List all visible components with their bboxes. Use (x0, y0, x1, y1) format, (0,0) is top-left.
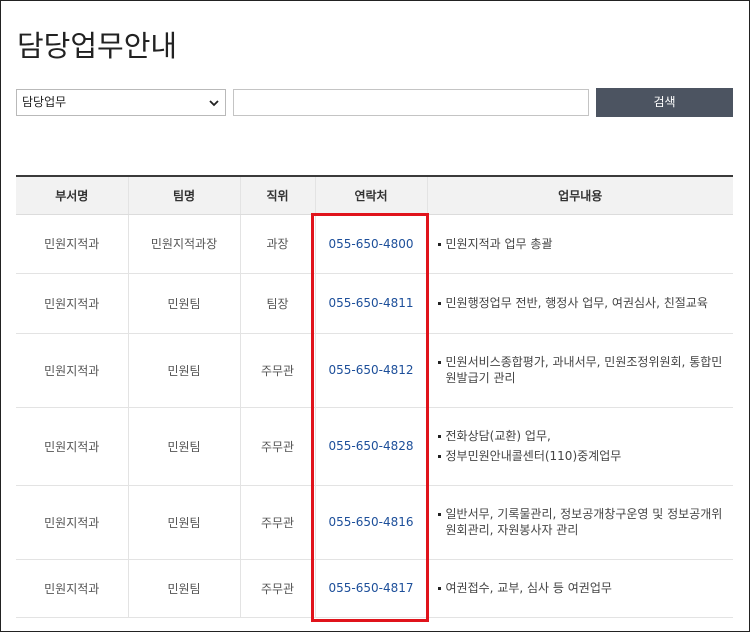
search-input[interactable] (233, 89, 589, 116)
cell-position: 주무관 (240, 333, 316, 408)
duty-item: 정부민원안내콜센터(110)중계업무 (437, 448, 724, 464)
cell-team: 민원팀 (128, 333, 241, 408)
search-button[interactable]: 검색 (596, 88, 733, 117)
header-tel: 연락처 (315, 175, 428, 215)
cell-duty: 민원행정업무 전반, 행정사 업무, 여권심사, 친절교육 (427, 273, 733, 334)
cell-tel[interactable]: 055-650-4800 (315, 214, 428, 274)
cell-position: 주무관 (240, 485, 316, 560)
cell-tel[interactable]: 055-650-4817 (315, 559, 428, 618)
cell-team: 민원팀 (128, 559, 241, 618)
cell-duty: 일반서무, 기록물관리, 정보공개창구운영 및 정보공개위원회관리, 자원봉사자… (427, 485, 733, 560)
header-duty: 업무내용 (427, 175, 733, 215)
cell-duty: 여권접수, 교부, 심사 등 여권업무 (427, 559, 733, 618)
page-frame: 담당업무안내 담당업무 검색 부서명 팀명 직위 연락처 업무내용 민원지적과 … (0, 0, 750, 632)
cell-team: 민원팀 (128, 273, 241, 334)
header-team: 팀명 (128, 175, 241, 215)
table-row: 민원지적과 민원팀 주무관 055-650-4828 전화상담(교환) 업무, 정부민원안… (16, 407, 733, 486)
cell-tel[interactable]: 055-650-4812 (315, 333, 428, 408)
duty-item: 여권접수, 교부, 심사 등 여권업무 (437, 580, 724, 596)
chevron-down-icon (209, 100, 219, 107)
cell-tel[interactable]: 055-650-4828 (315, 407, 428, 486)
cell-dept: 민원지적과 (16, 407, 129, 486)
cell-position: 주무관 (240, 407, 316, 486)
cell-position: 주무관 (240, 559, 316, 618)
duty-item: 민원서비스종합평가, 과내서무, 민원조정위원회, 통합민원발급기 관리 (437, 354, 724, 386)
cell-dept: 민원지적과 (16, 273, 129, 334)
header-position: 직위 (240, 175, 316, 215)
cell-dept: 민원지적과 (16, 559, 129, 618)
cell-team: 민원팀 (128, 485, 241, 560)
header-dept: 부서명 (16, 175, 129, 215)
duty-item: 일반서무, 기록물관리, 정보공개창구운영 및 정보공개위원회관리, 자원봉사자… (437, 506, 724, 538)
cell-dept: 민원지적과 (16, 333, 129, 408)
table-header-row: 부서명 팀명 직위 연락처 업무내용 (16, 175, 733, 215)
cell-duty: 민원지적과 업무 총괄 (427, 214, 733, 274)
cell-team: 민원지적과장 (128, 214, 241, 274)
duty-item: 전화상담(교환) 업무, (437, 428, 724, 444)
cell-team: 민원팀 (128, 407, 241, 486)
table-row: 민원지적과 민원지적과장 과장 055-650-4800 민원지적과 업무 총괄 (16, 214, 733, 274)
table-row: 민원지적과 민원팀 주무관 055-650-4817 여권접수, 교부, 심사 등 여권… (16, 559, 733, 618)
search-bar: 담당업무 검색 (16, 88, 733, 117)
cell-duty: 전화상담(교환) 업무, 정부민원안내콜센터(110)중계업무 (427, 407, 733, 486)
cell-position: 팀장 (240, 273, 316, 334)
cell-dept: 민원지적과 (16, 485, 129, 560)
duty-item: 민원행정업무 전반, 행정사 업무, 여권심사, 친절교육 (437, 295, 724, 311)
cell-tel[interactable]: 055-650-4816 (315, 485, 428, 560)
cell-duty: 민원서비스종합평가, 과내서무, 민원조정위원회, 통합민원발급기 관리 (427, 333, 733, 408)
duty-table: 부서명 팀명 직위 연락처 업무내용 민원지적과 민원지적과장 과장 055-650-… (16, 175, 733, 618)
table-row: 민원지적과 민원팀 팀장 055-650-4811 민원행정업무 전반, 행정사 업무,… (16, 273, 733, 334)
duty-item: 민원지적과 업무 총괄 (437, 236, 724, 252)
table-row: 민원지적과 민원팀 주무관 055-650-4816 일반서무, 기록물관리, 정보공개… (16, 485, 733, 560)
search-category-value: 담당업무 (22, 95, 67, 109)
cell-tel[interactable]: 055-650-4811 (315, 273, 428, 334)
page-title: 담당업무안내 (17, 29, 178, 63)
cell-dept: 민원지적과 (16, 214, 129, 274)
cell-position: 과장 (240, 214, 316, 274)
search-category-select[interactable]: 담당업무 (16, 89, 226, 116)
table-row: 민원지적과 민원팀 주무관 055-650-4812 민원서비스종합평가, 과내서무, … (16, 333, 733, 408)
